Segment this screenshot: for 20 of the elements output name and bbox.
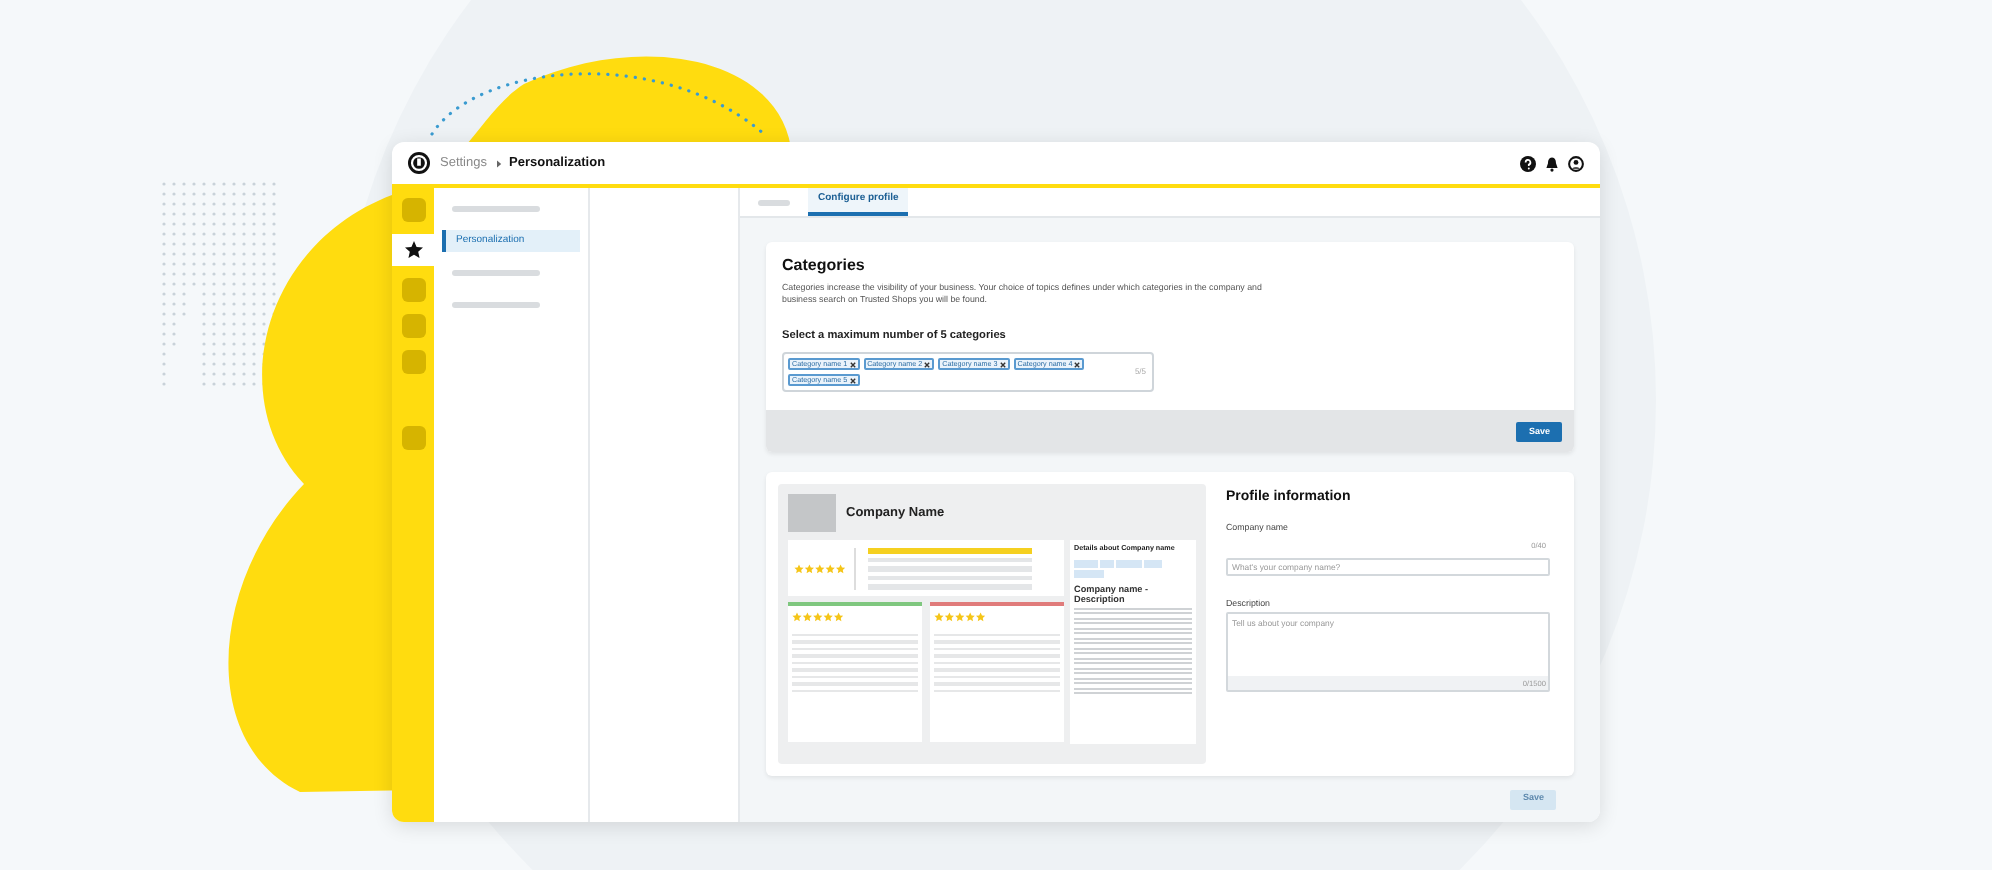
close-icon[interactable] [999,361,1006,368]
bell-icon[interactable] [1544,155,1560,171]
text-lines-drawing [934,633,1060,693]
text-lines-drawing [792,633,918,693]
close-icon[interactable] [1074,361,1081,368]
rail-tab[interactable] [392,234,434,266]
chevron-icon [495,159,501,167]
stars-icon [934,611,986,622]
close-icon[interactable] [849,377,856,384]
star-icon [403,240,423,260]
help-icon[interactable] [1520,155,1536,171]
stars-icon [794,563,846,574]
logo-icon [408,152,430,174]
close-icon[interactable] [924,361,931,368]
card-title: Categories [782,256,867,277]
user-icon[interactable] [1568,155,1584,171]
stars-icon [792,611,844,622]
logo-placeholder [788,494,836,533]
close-icon[interactable] [849,361,856,368]
text-lines-drawing [1074,607,1192,695]
